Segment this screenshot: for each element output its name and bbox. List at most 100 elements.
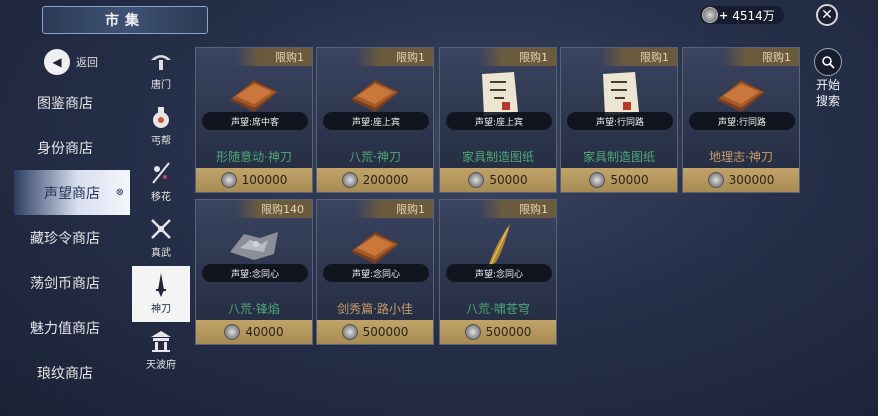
sub-item-label: 天波府 xyxy=(146,360,176,371)
product-card[interactable]: 限购1 声望:行同路 地理志·神刀 300000 xyxy=(682,47,800,193)
price-value: 500000 xyxy=(485,325,532,339)
price-tag: 300000 xyxy=(683,168,799,192)
nav-item-tujian[interactable]: 图鉴商店 xyxy=(0,80,130,125)
nav-item-label: 藏珍令商店 xyxy=(30,230,100,247)
coin-icon xyxy=(702,7,718,23)
sub-item-label: 唐门 xyxy=(151,80,171,91)
search-label-1: 开始 xyxy=(815,78,840,92)
shop-category-nav: 图鉴商店 身份商店 声望商店 ⊗ 藏珍令商店 荡剑币商店 魅力值商店 琅纹商店 xyxy=(0,80,130,395)
close-button[interactable]: ✕ xyxy=(816,4,838,26)
reputation-requirement: 声望:座上宾 xyxy=(446,112,552,130)
coin-icon xyxy=(468,172,485,188)
nav-item-label: 魅力值商店 xyxy=(30,320,100,337)
price-tag: 50000 xyxy=(440,168,556,192)
product-name: 家具制造图纸 xyxy=(461,150,534,164)
shendao-icon xyxy=(148,273,174,297)
nav-item-label: 身份商店 xyxy=(37,140,93,157)
price-tag: 100000 xyxy=(196,168,312,192)
currency-amount: 4514万 xyxy=(732,8,775,23)
selected-indicator-icon: ⊗ xyxy=(115,187,124,198)
nav-item-label: 荡剑币商店 xyxy=(30,275,100,292)
tangmen-icon xyxy=(148,49,174,73)
price-value: 100000 xyxy=(241,173,288,187)
nav-item-label: 声望商店 xyxy=(44,185,100,202)
sub-item-label: 移花 xyxy=(151,192,171,203)
product-card[interactable]: 限购1 声望:座上宾八荒·神刀 200000 xyxy=(316,47,434,193)
nav-item-label: 琅纹商店 xyxy=(37,365,93,382)
price-tag: 500000 xyxy=(317,320,433,344)
product-name: 八荒·锋焰 xyxy=(228,302,280,316)
nav-item-cangzhenling[interactable]: 藏珍令商店 xyxy=(0,215,130,260)
product-name: 八荒·神刀 xyxy=(349,150,401,164)
sub-item-label: 真武 xyxy=(151,248,171,259)
product-name: 形随意动·神刀 xyxy=(216,150,292,164)
sub-item-label: 丐帮 xyxy=(151,136,171,147)
purchase-limit-badge: 限购1 xyxy=(357,48,433,66)
nav-item-dangjianbi[interactable]: 荡剑币商店 xyxy=(0,260,130,305)
purchase-limit-badge: 限购1 xyxy=(480,200,556,218)
coin-icon xyxy=(224,324,241,340)
price-tag: 40000 xyxy=(196,320,312,344)
nav-item-langwen[interactable]: 琅纹商店 xyxy=(0,350,130,395)
close-icon: ✕ xyxy=(821,7,833,23)
price-value: 300000 xyxy=(728,173,775,187)
product-card[interactable]: 限购1 声望:座上宾家具制造图纸 50000 xyxy=(439,47,557,193)
reputation-requirement: 声望:念同心 xyxy=(446,264,552,282)
reputation-requirement: 声望:念同心 xyxy=(323,264,429,282)
search-button[interactable]: 开始 搜索 xyxy=(806,48,850,108)
product-name: 八荒·啸苍穹 xyxy=(466,302,530,316)
purchase-limit-badge: 限购140 xyxy=(236,200,312,218)
reputation-requirement: 声望:行同路 xyxy=(567,112,673,130)
product-card[interactable]: 限购1 声望:念同心 剑秀篇·路小佳 500000 xyxy=(316,199,434,345)
coin-icon xyxy=(464,324,481,340)
coin-icon xyxy=(589,172,606,188)
coin-icon xyxy=(341,324,358,340)
nav-item-meilizhi[interactable]: 魅力值商店 xyxy=(0,305,130,350)
nav-item-shengwang[interactable]: 声望商店 ⊗ xyxy=(14,170,130,215)
price-tag: 50000 xyxy=(561,168,677,192)
product-card[interactable]: 限购1 声望:念同心八荒·啸苍穹 500000 xyxy=(439,199,557,345)
tianbofu-icon xyxy=(148,329,174,353)
sub-item-label: 神刀 xyxy=(151,304,171,315)
search-label-2: 搜索 xyxy=(815,94,840,108)
nav-item-shenfen[interactable]: 身份商店 xyxy=(0,125,130,170)
price-value: 50000 xyxy=(610,173,649,187)
product-name: 剑秀篇·路小佳 xyxy=(337,302,413,316)
page-title-bar: 市集 xyxy=(42,6,208,34)
sub-item-yihua[interactable]: 移花 xyxy=(132,154,190,210)
product-card[interactable]: 限购140 声望:念同心 八荒·锋焰 40000 xyxy=(195,199,313,345)
product-name: 家具制造图纸 xyxy=(582,150,655,164)
add-currency-button[interactable]: + xyxy=(719,9,728,22)
price-tag: 500000 xyxy=(440,320,556,344)
currency-display: + 4514万 xyxy=(700,6,784,24)
price-value: 40000 xyxy=(245,325,284,339)
purchase-limit-badge: 限购1 xyxy=(480,48,556,66)
sub-item-tianbofu[interactable]: 天波府 xyxy=(132,322,190,378)
faction-nav: 唐门 丐帮 移花 真武 神刀 天波府 xyxy=(132,42,190,378)
price-value: 500000 xyxy=(362,325,409,339)
reputation-requirement: 声望:席中客 xyxy=(202,112,308,130)
reputation-requirement: 声望:行同路 xyxy=(689,112,795,130)
purchase-limit-badge: 限购1 xyxy=(723,48,799,66)
purchase-limit-badge: 限购1 xyxy=(236,48,312,66)
sub-item-zhenwu[interactable]: 真武 xyxy=(132,210,190,266)
sub-item-tangmen[interactable]: 唐门 xyxy=(132,42,190,98)
product-card[interactable]: 限购1 声望:行同路 家具制造图纸 50000 xyxy=(560,47,678,193)
price-tag: 200000 xyxy=(317,168,433,192)
back-label: 返回 xyxy=(76,56,98,69)
sub-item-shendao[interactable]: 神刀 xyxy=(132,266,190,322)
page-title: 市集 xyxy=(105,13,145,29)
product-card[interactable]: 限购1 声望:席中客形随意动·神刀 100000 xyxy=(195,47,313,193)
coin-icon xyxy=(341,172,358,188)
back-button[interactable]: ◀ 返回 xyxy=(44,49,98,75)
zhenwu-icon xyxy=(148,217,174,241)
nav-item-label: 图鉴商店 xyxy=(37,95,93,112)
sub-item-gaibang[interactable]: 丐帮 xyxy=(132,98,190,154)
coin-icon xyxy=(220,172,237,188)
coin-icon xyxy=(707,172,724,188)
reputation-requirement: 声望:座上宾 xyxy=(323,112,429,130)
gaibang-icon xyxy=(148,105,174,129)
search-icon xyxy=(814,48,842,76)
yihua-icon xyxy=(148,161,174,185)
price-value: 50000 xyxy=(489,173,528,187)
